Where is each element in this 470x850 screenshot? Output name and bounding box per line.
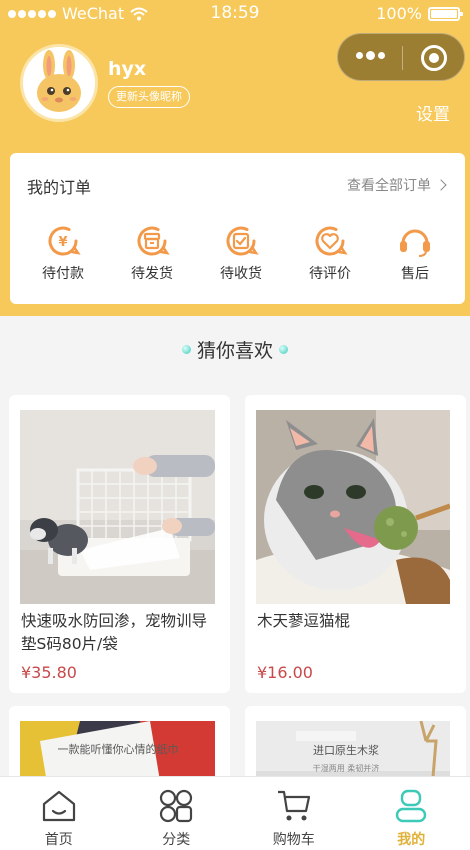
product-name: 快速吸水防回渗，宠物训导垫S码80片/袋 bbox=[21, 612, 208, 653]
order-pending-payment[interactable]: ¥ 待付款 bbox=[28, 223, 98, 283]
tab-home[interactable]: 首页 bbox=[0, 777, 118, 850]
review-pending-icon bbox=[315, 226, 348, 256]
order-label: 待付款 bbox=[42, 266, 84, 282]
battery-percent: 100% bbox=[376, 4, 422, 23]
tab-label: 分类 bbox=[162, 832, 191, 848]
tab-category[interactable]: 分类 bbox=[118, 777, 236, 850]
update-profile-button[interactable]: 更新头像昵称 bbox=[108, 86, 190, 108]
my-orders-card: 我的订单 查看全部订单 ¥ 待付款 待发货 待收货 待评价 售后 bbox=[10, 153, 465, 304]
home-icon bbox=[42, 790, 75, 822]
orders-title: 我的订单 bbox=[27, 178, 92, 197]
tab-cart[interactable]: 购物车 bbox=[235, 777, 353, 850]
order-label: 待发货 bbox=[131, 266, 173, 282]
tab-label: 购物车 bbox=[272, 832, 315, 848]
payment-pending-icon: ¥ bbox=[48, 226, 81, 256]
tab-profile[interactable]: 我的 bbox=[353, 777, 470, 850]
after-sales-icon bbox=[400, 229, 430, 257]
decorative-dot-icon bbox=[279, 345, 288, 354]
chevron-right-icon bbox=[435, 179, 447, 191]
product-price: ¥35.80 bbox=[21, 663, 77, 682]
product-image-subcaption: 干湿两用 柔韧并济 bbox=[313, 763, 380, 773]
close-miniprogram-icon[interactable] bbox=[421, 45, 447, 71]
order-label: 待评价 bbox=[309, 266, 351, 282]
order-after-sales[interactable]: 售后 bbox=[380, 223, 450, 283]
view-all-orders-link[interactable]: 查看全部订单 bbox=[347, 175, 447, 195]
product-image bbox=[256, 410, 450, 604]
battery-icon bbox=[428, 6, 463, 21]
recommend-title: 猜你喜欢 bbox=[196, 340, 273, 362]
order-pending-shipment[interactable]: 待发货 bbox=[117, 223, 187, 283]
product-name: 木天蓼逗猫棍 bbox=[257, 612, 351, 630]
product-image-caption: 一款能听懂你心情的纸巾 bbox=[58, 742, 179, 756]
settings-link[interactable]: 设置 bbox=[416, 100, 450, 125]
cart-icon bbox=[277, 790, 310, 821]
recommend-section-title: 猜你喜欢 bbox=[0, 336, 470, 363]
order-label: 售后 bbox=[401, 266, 429, 282]
product-image bbox=[20, 410, 215, 604]
profile-icon bbox=[396, 789, 427, 823]
view-all-orders-label: 查看全部订单 bbox=[347, 178, 431, 194]
product-image-caption: 进口原生木浆 bbox=[313, 743, 379, 757]
avatar[interactable] bbox=[20, 44, 98, 122]
bottom-tab-bar: 首页 分类 购物车 我的 bbox=[0, 776, 470, 850]
rabbit-avatar-icon bbox=[37, 50, 81, 112]
miniprogram-capsule bbox=[337, 33, 465, 81]
category-icon bbox=[160, 789, 193, 823]
svg-text:¥: ¥ bbox=[58, 235, 67, 250]
product-price: ¥16.00 bbox=[257, 663, 313, 682]
order-label: 待收货 bbox=[220, 266, 262, 282]
tab-label: 我的 bbox=[397, 832, 426, 848]
tab-label: 首页 bbox=[44, 832, 73, 848]
more-icon[interactable] bbox=[356, 51, 385, 60]
decorative-dot-icon bbox=[181, 345, 191, 354]
capsule-divider bbox=[402, 46, 403, 70]
product-card[interactable]: 快速吸水防回渗，宠物训导垫S码80片/袋 ¥35.80 bbox=[9, 395, 230, 693]
product-card[interactable]: 木天蓼逗猫棍 ¥16.00 bbox=[245, 395, 466, 693]
username: hyx bbox=[108, 58, 147, 80]
receipt-pending-icon bbox=[226, 226, 259, 256]
shipping-pending-icon bbox=[137, 226, 170, 256]
order-pending-receipt[interactable]: 待收货 bbox=[206, 223, 276, 283]
status-bar: WeChat 18:59 100% bbox=[0, 0, 470, 28]
order-pending-review[interactable]: 待评价 bbox=[295, 223, 365, 283]
